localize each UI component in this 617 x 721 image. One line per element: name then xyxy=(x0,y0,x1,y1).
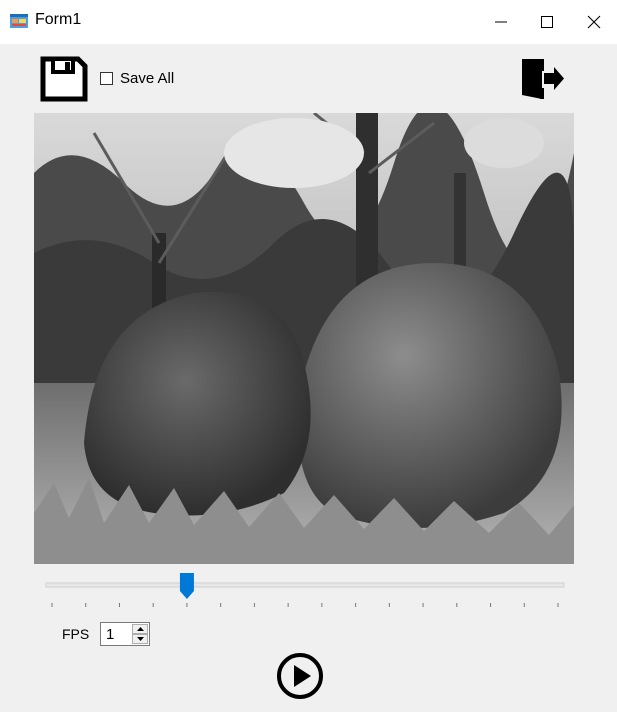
window-title: Form1 xyxy=(35,11,82,28)
maximize-icon xyxy=(541,16,553,28)
spinner-buttons[interactable] xyxy=(132,624,148,644)
arrow-up-icon xyxy=(136,627,144,631)
trackbar-ticks xyxy=(51,603,559,607)
squirrel-photo xyxy=(34,113,574,564)
trackbar-thumb[interactable] xyxy=(179,573,194,599)
frame-trackbar[interactable] xyxy=(36,569,574,617)
checkbox-box[interactable] xyxy=(100,72,113,85)
save-all-checkbox[interactable]: Save All xyxy=(100,70,174,87)
arrow-down-icon xyxy=(136,637,144,641)
exit-door-icon[interactable] xyxy=(520,56,566,102)
form-client-area: Save All FPS 1 xyxy=(0,44,617,712)
play-circle-icon[interactable] xyxy=(276,652,324,700)
spinner-up-button[interactable] xyxy=(132,624,148,634)
maximize-button[interactable] xyxy=(524,0,570,44)
fps-spinner[interactable]: 1 xyxy=(100,622,150,646)
save-all-label: Save All xyxy=(120,70,175,87)
close-button[interactable] xyxy=(570,0,617,44)
minimize-icon xyxy=(495,21,507,23)
app-icon xyxy=(10,12,28,30)
trackbar-track[interactable] xyxy=(45,582,565,588)
title-bar[interactable]: Form1 xyxy=(0,0,617,44)
close-icon xyxy=(587,15,600,29)
window-bottom-edge xyxy=(0,712,617,721)
minimize-button[interactable] xyxy=(478,0,524,44)
floppy-disk-icon[interactable] xyxy=(40,56,88,102)
fps-value[interactable]: 1 xyxy=(106,626,114,643)
fps-label: FPS xyxy=(62,626,90,642)
spinner-down-button[interactable] xyxy=(132,634,148,644)
app-window: Form1 Save All FPS 1 xyxy=(0,0,617,721)
video-picture-box xyxy=(34,113,574,564)
